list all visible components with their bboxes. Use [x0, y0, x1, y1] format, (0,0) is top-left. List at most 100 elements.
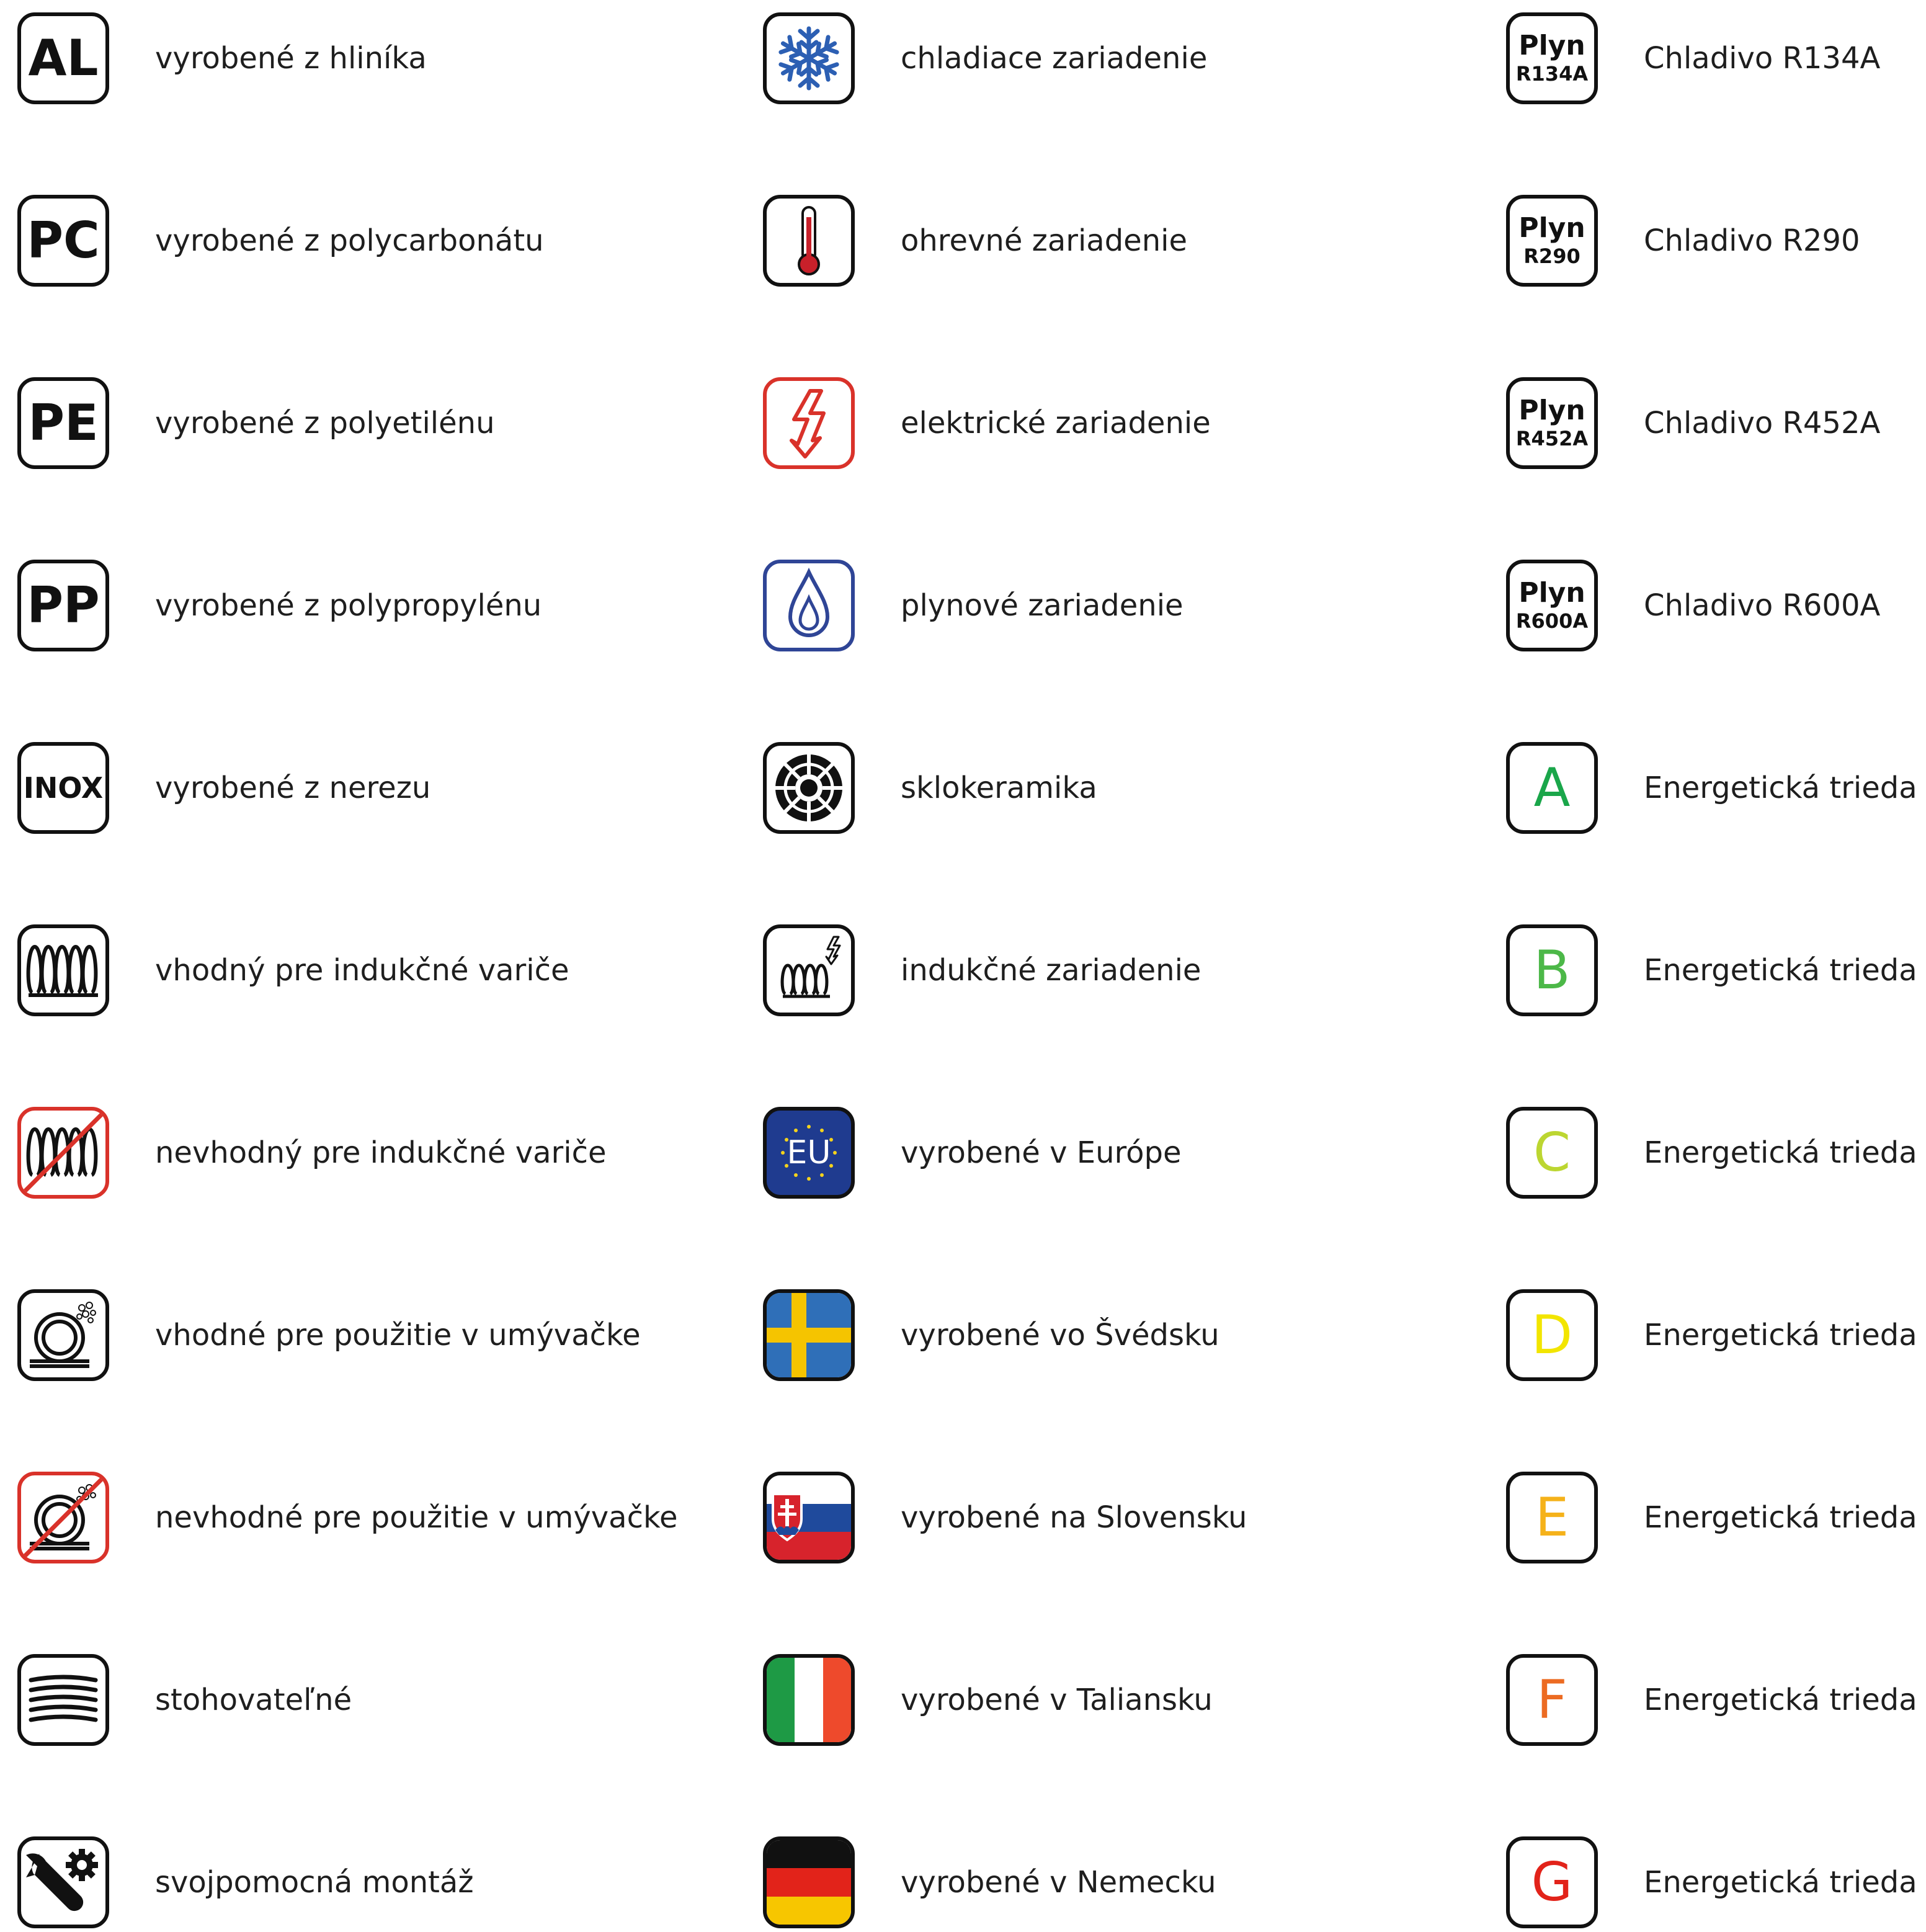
- legend-label: stohovateľné: [155, 1683, 352, 1717]
- legend-label: Chladivo R134A: [1644, 41, 1881, 76]
- legend-item-cooling: chladiace zariadenie: [763, 9, 1207, 108]
- energy-letter: D: [1531, 1304, 1573, 1366]
- aluminium-icon: AL: [17, 12, 109, 104]
- legend-label: vyrobené vo Švédsku: [901, 1318, 1219, 1353]
- legend-item-induction-suitable: vhodný pre indukčné variče: [17, 921, 569, 1020]
- legend-item-energy-c: C Energetická trieda C: [1506, 1103, 1926, 1202]
- eu-label: EU: [787, 1134, 831, 1171]
- energy-class-icon: B: [1506, 924, 1598, 1016]
- icon-code-top: Plyn: [1518, 30, 1585, 62]
- legend-item-sweden: vyrobené vo Švédsku: [763, 1286, 1219, 1385]
- legend-item-stainless: INOX vyrobené z nerezu: [17, 738, 430, 838]
- icon-code-top: Plyn: [1518, 395, 1585, 427]
- legend-label: Energetická trieda G: [1644, 1865, 1926, 1900]
- legend-label: Energetická trieda E: [1644, 1500, 1926, 1535]
- legend-item-induction-device: indukčné zariadenie: [763, 921, 1201, 1020]
- legend-item-energy-g: G Energetická trieda G: [1506, 1833, 1926, 1932]
- legend-label: Chladivo R290: [1644, 223, 1860, 258]
- icon-code: AL: [28, 29, 99, 87]
- legend-item-polyethylene: PE vyrobené z polyetilénu: [17, 373, 495, 473]
- legend-item-electric: elektrické zariadenie: [763, 373, 1211, 473]
- legend-label: Energetická trieda B: [1644, 953, 1926, 988]
- energy-letter: C: [1533, 1122, 1571, 1184]
- legend-label: vyrobené z hliníka: [155, 41, 427, 76]
- icon-code-bottom: R600A: [1515, 609, 1589, 633]
- legend-item-stackable: stohovateľné: [17, 1650, 352, 1750]
- italy-flag-icon: [763, 1654, 855, 1746]
- legend-label: vyrobené v Taliansku: [901, 1683, 1213, 1717]
- ceramic-hob-icon: [763, 742, 855, 834]
- icon-code: PP: [27, 576, 100, 634]
- no-induction-icon: [17, 1107, 109, 1199]
- legend-item-heating: ohrevné zariadenie: [763, 191, 1187, 290]
- eu-flag-icon: EU: [763, 1107, 855, 1199]
- energy-class-icon: D: [1506, 1289, 1598, 1381]
- icon-code-top: Plyn: [1518, 212, 1585, 244]
- legend-item-ceramic: sklokeramika: [763, 738, 1097, 838]
- stainless-steel-icon: INOX: [17, 742, 109, 834]
- legend-item-aluminium: AL vyrobené z hliníka: [17, 9, 427, 108]
- energy-letter: B: [1533, 939, 1571, 1001]
- polyethylene-icon: PE: [17, 377, 109, 469]
- energy-class-icon: G: [1506, 1836, 1598, 1928]
- legend-item-italy: vyrobené v Taliansku: [763, 1650, 1213, 1750]
- icon-code-top: Plyn: [1518, 577, 1585, 609]
- stackable-icon: [17, 1654, 109, 1746]
- sweden-flag-icon: [763, 1289, 855, 1381]
- legend-item-energy-f: F Energetická trieda F: [1506, 1650, 1926, 1750]
- legend-label: Energetická trieda C: [1644, 1135, 1926, 1170]
- legend-item-r600a: Plyn R600A Chladivo R600A: [1506, 556, 1880, 655]
- legend-label: vhodný pre indukčné variče: [155, 953, 569, 988]
- slovakia-flag-icon: [763, 1472, 855, 1563]
- legend-label: plynové zariadenie: [901, 588, 1184, 623]
- energy-letter: E: [1535, 1487, 1569, 1549]
- legend-label: vhodné pre použitie v umývačke: [155, 1318, 641, 1353]
- icon-code: PC: [27, 212, 100, 269]
- icon-code-bottom: R452A: [1515, 427, 1589, 451]
- not-dishwasher-safe-icon: [17, 1472, 109, 1563]
- lightning-icon: [763, 377, 855, 469]
- energy-letter: F: [1536, 1669, 1567, 1731]
- legend-label: indukčné zariadenie: [901, 953, 1202, 988]
- dishwasher-safe-icon: [17, 1289, 109, 1381]
- polypropylene-icon: PP: [17, 560, 109, 651]
- legend-label: sklokeramika: [901, 771, 1097, 805]
- refrigerant-icon: Plyn R452A: [1506, 377, 1598, 469]
- icon-code: PE: [28, 394, 99, 452]
- legend-item-r452a: Plyn R452A Chladivo R452A: [1506, 373, 1880, 473]
- legend-item-polycarbonate: PC vyrobené z polycarbonátu: [17, 191, 544, 290]
- legend-item-energy-e: E Energetická trieda E: [1506, 1468, 1926, 1567]
- legend-label: Chladivo R452A: [1644, 406, 1881, 441]
- legend-label: Energetická trieda A: [1644, 771, 1926, 805]
- refrigerant-icon: Plyn R134A: [1506, 12, 1598, 104]
- legend-item-germany: vyrobené v Nemecku: [763, 1833, 1216, 1932]
- snowflake-icon: [763, 12, 855, 104]
- legend-label: vyrobené z polyetilénu: [155, 406, 495, 441]
- legend-item-r290: Plyn R290 Chladivo R290: [1506, 191, 1860, 290]
- legend-label: elektrické zariadenie: [901, 406, 1211, 441]
- energy-class-icon: C: [1506, 1107, 1598, 1199]
- legend-label: vyrobené v Európe: [901, 1135, 1182, 1170]
- legend-label: vyrobené z nerezu: [155, 771, 431, 805]
- icon-code-bottom: R134A: [1515, 62, 1589, 86]
- legend-label: svojpomocná montáž: [155, 1865, 474, 1900]
- energy-class-icon: E: [1506, 1472, 1598, 1563]
- legend-label: chladiace zariadenie: [901, 41, 1208, 76]
- self-assembly-icon: [17, 1836, 109, 1928]
- energy-class-icon: F: [1506, 1654, 1598, 1746]
- legend-item-r134a: Plyn R134A Chladivo R134A: [1506, 9, 1880, 108]
- legend-label: nevhodný pre indukčné variče: [155, 1135, 607, 1170]
- icon-code-bottom: R290: [1523, 244, 1580, 269]
- legend-label: vyrobené na Slovensku: [901, 1500, 1247, 1535]
- legend-item-energy-a: A Energetická trieda A: [1506, 738, 1926, 838]
- legend-item-europe: EU vyrobené v Európe: [763, 1103, 1182, 1202]
- legend-item-gas: plynové zariadenie: [763, 556, 1184, 655]
- legend-label: Energetická trieda D: [1644, 1318, 1926, 1353]
- legend-item-dishwasher-unsafe: nevhodné pre použitie v umývačke: [17, 1468, 678, 1567]
- legend-label: vyrobené v Nemecku: [901, 1865, 1216, 1900]
- energy-class-icon: A: [1506, 742, 1598, 834]
- legend-label: ohrevné zariadenie: [901, 223, 1187, 258]
- legend-item-energy-d: D Energetická trieda D: [1506, 1286, 1926, 1385]
- germany-flag-icon: [763, 1836, 855, 1928]
- gas-drop-icon: [763, 560, 855, 651]
